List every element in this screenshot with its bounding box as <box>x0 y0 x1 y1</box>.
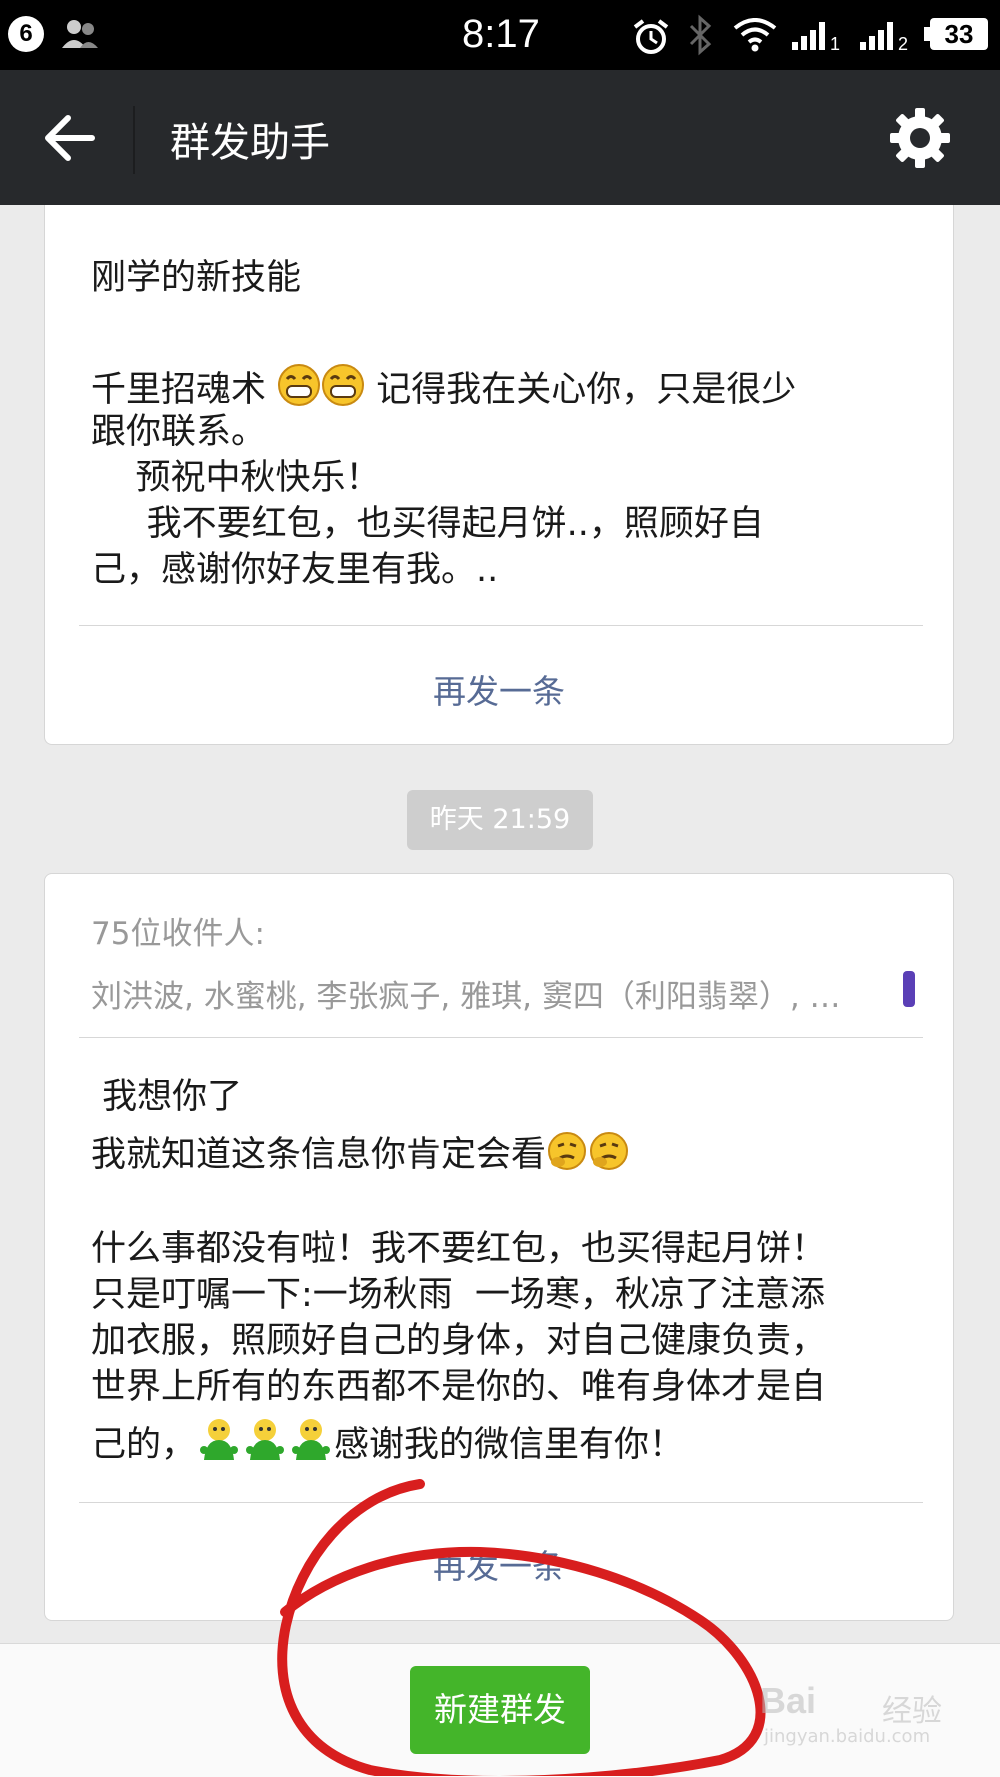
alarm-icon <box>633 19 669 54</box>
bluetooth-icon <box>689 14 712 56</box>
battery-indicator: 33 <box>924 18 988 50</box>
message-line: 预祝中秋快乐！ <box>91 458 381 498</box>
grin-emoji <box>278 364 321 406</box>
divider <box>79 1037 923 1038</box>
nav-divider <box>133 106 135 174</box>
watermark: Bai 经验 jingyan.baidu.com <box>760 1680 960 1760</box>
signal-1-badge: 1 <box>830 34 840 52</box>
thinking-emoji <box>548 1132 587 1170</box>
message-line: 我不要红包，也买得起月饼..，照顾好自 <box>91 504 764 544</box>
divider <box>79 625 923 626</box>
message-line: 加衣服，照顾好自己的身体，对自己健康负责， <box>91 1321 827 1361</box>
watermark-url: jingyan.baidu.com <box>764 1726 931 1747</box>
watermark-brand: Bai <box>760 1680 817 1721</box>
message-line: 千里招魂术 记得我在关心你，只是很少 <box>91 363 921 413</box>
message-line: 跟你联系。 <box>91 412 267 452</box>
recipient-overflow-marker <box>903 971 915 1007</box>
message-line: 我就知道这条信息你肯定会看 <box>91 1130 921 1178</box>
signal-strength-icon: 1 <box>792 22 840 52</box>
message-line: 己的， 感谢我的微信里有你！ <box>91 1416 921 1468</box>
clock: 8:17 <box>462 12 540 56</box>
green-person-emoji <box>292 1419 331 1460</box>
new-broadcast-button[interactable]: 新建群发 <box>410 1666 590 1754</box>
watermark-brand-suffix: 经验 <box>882 1694 942 1729</box>
message-line: 己，感谢你好友里有我。.. <box>91 550 499 590</box>
signal-2-badge: 2 <box>898 34 908 52</box>
status-bar: 6 8:17 1 2 33 <box>0 0 1000 70</box>
divider <box>79 1502 923 1503</box>
message-line: 世界上所有的东西都不是你的、唯有身体才是自 <box>91 1367 827 1407</box>
resend-button[interactable]: 再发一条 <box>45 1540 953 1588</box>
wifi-icon <box>733 18 777 52</box>
back-arrow-icon[interactable] <box>40 112 96 164</box>
page-title: 群发助手 <box>170 120 330 166</box>
green-person-emoji <box>200 1419 239 1460</box>
thinking-emoji <box>590 1132 629 1170</box>
broadcast-card: 刚学的新技能 千里招魂术 记得我在关心你，只是很少 跟你联系。 预祝中秋快乐！ … <box>44 205 954 745</box>
broadcast-card: 75位收件人: 刘洪波, 水蜜桃, 李张疯子, 雅琪, 窦四（利阳翡翠）, … … <box>44 873 954 1621</box>
message-line: 我想你了 <box>91 1077 243 1117</box>
green-person-emoji <box>246 1419 285 1460</box>
recipient-list[interactable]: 刘洪波, 水蜜桃, 李张疯子, 雅琪, 窦四（利阳翡翠）, … <box>91 971 911 1016</box>
grin-emoji <box>322 364 365 406</box>
contacts-icon <box>62 20 98 48</box>
nav-bar: 群发助手 <box>0 70 1000 205</box>
timestamp-badge: 昨天 21:59 <box>407 790 593 850</box>
message-line: 什么事都没有啦！我不要红包，也买得起月饼！ <box>91 1229 827 1269</box>
message-line: 刚学的新技能 <box>91 258 302 298</box>
recipient-count: 75位收件人: <box>91 916 265 952</box>
gear-icon[interactable] <box>888 106 952 170</box>
message-line: 只是叮嘱一下:一场秋雨 一场寒，秋凉了注意添 <box>91 1275 826 1315</box>
signal-strength-icon: 2 <box>860 22 908 52</box>
notification-count-badge: 6 <box>8 16 44 52</box>
resend-button[interactable]: 再发一条 <box>45 665 953 713</box>
